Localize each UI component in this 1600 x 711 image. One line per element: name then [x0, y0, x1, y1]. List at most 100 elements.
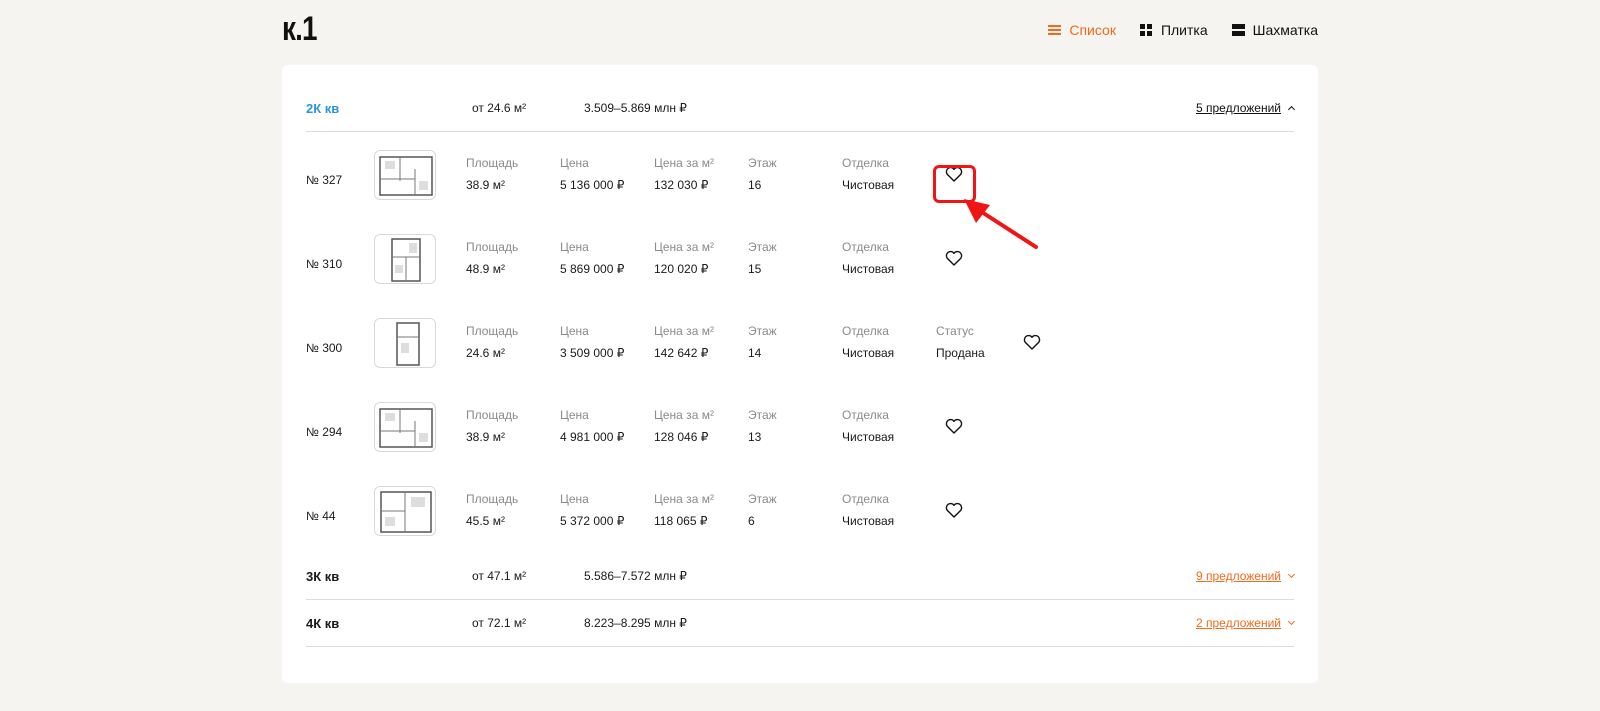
area-label: Площадь: [466, 408, 519, 422]
price-m2-column: Цена за м² 128 046 ₽: [654, 408, 714, 444]
price-m2-value: 128 046 ₽: [654, 430, 709, 444]
favorite-button[interactable]: [942, 498, 966, 522]
group-name: 2К кв: [306, 101, 340, 116]
area-column: Площадь 38.9 м²: [466, 156, 518, 192]
status-column: Статус Продана: [936, 324, 985, 360]
floor-plan-thumbnail[interactable]: [374, 234, 436, 284]
view-tile-button[interactable]: Плитка: [1139, 22, 1208, 38]
apartment-row[interactable]: № 44 Площадь 45.5 м² Цена 5 372 000 ₽ Це…: [306, 474, 1294, 560]
apartment-row[interactable]: № 310 Площадь 48.9 м² Цена 5 869 000 ₽ Ц…: [306, 222, 1294, 308]
finish-value: Чистовая: [842, 430, 895, 444]
floor-plan-image: [380, 491, 432, 533]
group-row-3k[interactable]: 3К кв от 47.1 м² 5.586–7.572 млн ₽ 9 пре…: [306, 553, 1296, 600]
group-offers-toggle[interactable]: 5 предложений: [1196, 101, 1296, 115]
price-m2-column: Цена за м² 120 020 ₽: [654, 240, 714, 276]
finish-label: Отделка: [842, 240, 889, 254]
floor-plan-image: [391, 238, 421, 282]
floor-plan-thumbnail[interactable]: [374, 318, 436, 368]
group-offers-toggle[interactable]: 9 предложений: [1196, 569, 1296, 583]
group-price-range: 3.509–5.869 млн ₽: [584, 101, 687, 115]
price-m2-label: Цена за м²: [654, 240, 714, 254]
finish-column: Отделка Чистовая: [842, 156, 894, 192]
price-m2-column: Цена за м² 132 030 ₽: [654, 156, 714, 192]
finish-column: Отделка Чистовая: [842, 240, 894, 276]
floor-plan-thumbnail[interactable]: [374, 486, 436, 536]
floor-column: Этаж 13: [748, 408, 777, 444]
group-price-range: 8.223–8.295 млн ₽: [584, 616, 687, 630]
area-label: Площадь: [466, 156, 519, 170]
price-column: Цена 4 981 000 ₽: [560, 408, 624, 444]
view-chess-button[interactable]: Шахматка: [1231, 22, 1318, 38]
floor-value: 16: [748, 178, 762, 192]
group-row-4k[interactable]: 4К кв от 72.1 м² 8.223–8.295 млн ₽ 2 пре…: [306, 600, 1296, 647]
floor-column: Этаж 16: [748, 156, 777, 192]
group-price-range: 5.586–7.572 млн ₽: [584, 569, 687, 583]
apartment-number: № 44: [306, 509, 336, 523]
price-m2-value: 142 642 ₽: [654, 346, 709, 360]
price-value: 5 869 000 ₽: [560, 262, 625, 276]
view-list-button[interactable]: Список: [1048, 22, 1116, 38]
group-area: от 72.1 м²: [472, 616, 527, 630]
finish-label: Отделка: [842, 492, 889, 506]
finish-value: Чистовая: [842, 514, 895, 528]
tile-icon: [1139, 24, 1153, 36]
floor-column: Этаж 14: [748, 324, 777, 360]
area-label: Площадь: [466, 492, 519, 506]
favorite-button[interactable]: [1020, 330, 1044, 354]
finish-value: Чистовая: [842, 178, 895, 192]
price-m2-label: Цена за м²: [654, 156, 714, 170]
price-column: Цена 5 136 000 ₽: [560, 156, 624, 192]
floor-value: 6: [748, 514, 755, 528]
price-m2-label: Цена за м²: [654, 492, 714, 506]
floor-plan-thumbnail[interactable]: [374, 402, 436, 452]
finish-column: Отделка Чистовая: [842, 324, 894, 360]
chess-icon: [1231, 24, 1245, 36]
price-value: 5 136 000 ₽: [560, 178, 625, 192]
chevron-down-icon: [1287, 570, 1296, 579]
area-value: 24.6 м²: [466, 346, 505, 360]
price-value: 4 981 000 ₽: [560, 430, 625, 444]
price-value: 5 372 000 ₽: [560, 514, 625, 528]
price-m2-column: Цена за м² 142 642 ₽: [654, 324, 714, 360]
floor-plan-image: [379, 156, 433, 196]
view-tile-label: Плитка: [1160, 22, 1208, 38]
apartment-row[interactable]: № 300 Площадь 24.6 м² Цена 3 509 000 ₽ Ц…: [306, 306, 1294, 392]
floor-plan-thumbnail[interactable]: [374, 150, 436, 200]
area-column: Площадь 48.9 м²: [466, 240, 518, 276]
group-row-2k[interactable]: 2К кв от 24.6 м² 3.509–5.869 млн ₽ 5 пре…: [306, 85, 1296, 132]
price-column: Цена 3 509 000 ₽: [560, 324, 624, 360]
favorite-button[interactable]: [942, 414, 966, 438]
header: к.1 Список Плитка Шахматка: [282, 12, 1318, 52]
area-column: Площадь 24.6 м²: [466, 324, 518, 360]
price-m2-label: Цена за м²: [654, 408, 714, 422]
chevron-down-icon: [1287, 617, 1296, 626]
apartment-number: № 310: [306, 257, 343, 271]
floor-plan-image: [379, 408, 433, 448]
heart-icon: [945, 502, 963, 518]
group-name: 3К кв: [306, 569, 340, 584]
building-logo: к.1: [282, 10, 318, 48]
price-value: 3 509 000 ₽: [560, 346, 625, 360]
area-value: 38.9 м²: [466, 430, 505, 444]
floor-column: Этаж 15: [748, 240, 777, 276]
list-icon: [1048, 24, 1062, 36]
price-m2-label: Цена за м²: [654, 324, 714, 338]
area-value: 48.9 м²: [466, 262, 505, 276]
price-label: Цена: [560, 408, 589, 422]
apartment-number: № 300: [306, 341, 343, 355]
floor-value: 15: [748, 262, 762, 276]
floor-column: Этаж 6: [748, 492, 777, 528]
apartment-row[interactable]: № 327 Площадь 38.9 м² Цена 5 136 000 ₽ Ц…: [306, 138, 1294, 224]
chevron-up-icon: [1287, 105, 1296, 114]
price-label: Цена: [560, 156, 589, 170]
view-list-label: Список: [1069, 22, 1116, 38]
group-area: от 47.1 м²: [472, 569, 527, 583]
finish-label: Отделка: [842, 324, 889, 338]
floor-value: 14: [748, 346, 762, 360]
group-offers-toggle[interactable]: 2 предложений: [1196, 616, 1296, 630]
price-label: Цена: [560, 492, 589, 506]
area-value: 45.5 м²: [466, 514, 505, 528]
finish-value: Чистовая: [842, 262, 895, 276]
floor-label: Этаж: [748, 240, 777, 254]
apartment-row[interactable]: № 294 Площадь 38.9 м² Цена 4 981 000 ₽ Ц…: [306, 390, 1294, 476]
